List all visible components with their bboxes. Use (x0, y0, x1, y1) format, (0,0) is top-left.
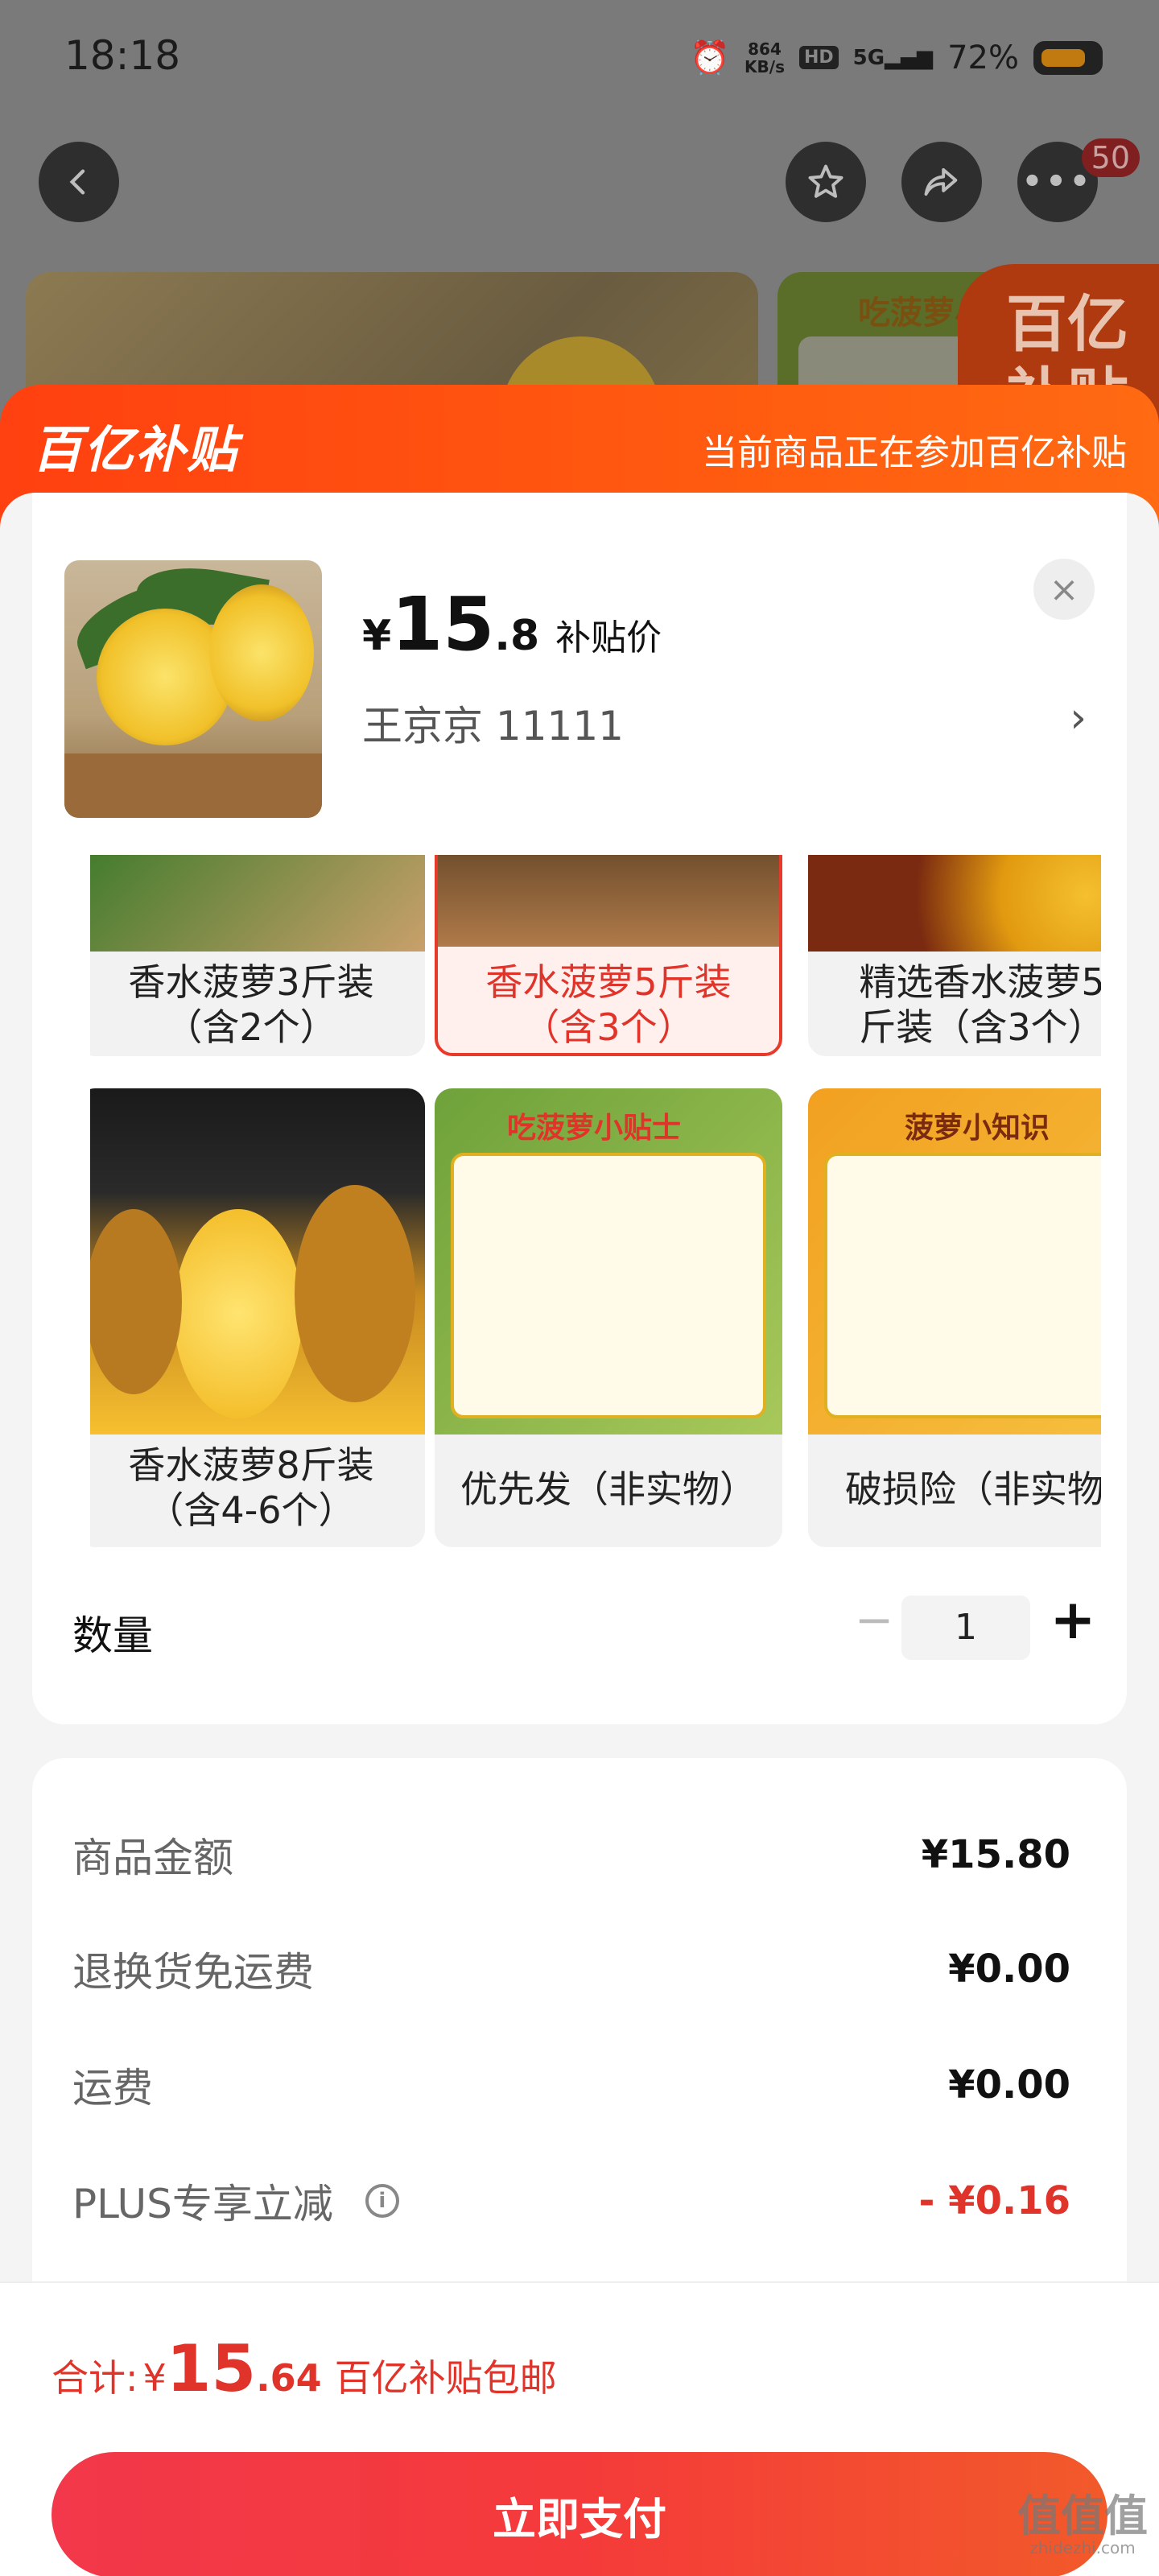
star-icon (808, 164, 843, 198)
pay-now-button[interactable]: 立即支付 (52, 2452, 1107, 2576)
free-shipping-note: 百亿补贴包邮 (334, 2356, 557, 2400)
option-image (808, 855, 1101, 952)
option-image (438, 855, 779, 947)
spec-options: 香水菠萝3斤装 （含2个） 香水菠萝5斤装 （含3个） 精选香水菠萝5 斤装（含… (90, 855, 1101, 1660)
product-card: ¥ 15 .8 补贴价 王京京 11111 × › 香水菠萝3斤装 （含2个） … (32, 493, 1127, 1724)
quantity-input[interactable]: 1 (901, 1596, 1030, 1660)
fee-row-shipping: 运费 ¥0.00 (72, 2062, 1070, 2112)
chevron-left-icon (69, 169, 85, 195)
battery-percent: 72% (947, 39, 1019, 76)
checkout-footer: 合计: ¥ 15 .64 百亿补贴包邮 立即支付 值值值 zhidezhi.co… (0, 2281, 1159, 2576)
status-icons: ⏰ 864 KB/s HD 5G▂▄▆ 72% (690, 39, 1103, 76)
hd-icon: HD (798, 46, 839, 69)
option-item[interactable]: 香水菠萝8斤装 （含4-6个） (90, 1088, 425, 1547)
watermark-logo: 值值值 zhidezhi.com (1017, 2491, 1148, 2557)
option-image: 菠萝小知识 (808, 1088, 1101, 1435)
more-dots-icon: ••• (1021, 163, 1094, 200)
purchase-sheet: ¥ 15 .8 补贴价 王京京 11111 × › 香水菠萝3斤装 （含2个） … (0, 493, 1159, 2576)
chevron-right-icon[interactable]: › (1070, 694, 1087, 742)
option-item[interactable]: 吃菠萝小贴士 优先发（非实物） (435, 1088, 782, 1547)
fee-row-goods: 商品金额 ¥15.80 (72, 1832, 1070, 1881)
back-button[interactable] (39, 142, 119, 222)
quantity-label: 数量 (72, 1612, 153, 1659)
option-image (90, 1088, 425, 1435)
close-button[interactable]: × (1033, 559, 1095, 620)
net-speed: 864 KB/s (744, 39, 785, 76)
total-amount: 合计: ¥ 15 .64 百亿补贴包邮 (52, 2331, 557, 2406)
quantity-decrease-button[interactable]: − (850, 1596, 898, 1644)
status-bar: 18:18 ⏰ 864 KB/s HD 5G▂▄▆ 72% (0, 0, 1159, 121)
quantity-increase-button[interactable]: + (1045, 1592, 1101, 1649)
share-button[interactable] (901, 142, 982, 222)
fee-row-return-shipping: 退换货免运费 ¥0.00 (72, 1946, 1070, 1996)
info-icon[interactable]: i (365, 2184, 399, 2218)
signal-icon: 5G▂▄▆ (852, 45, 934, 70)
battery-icon (1033, 40, 1103, 75)
option-item[interactable]: 香水菠萝3斤装 （含2个） (90, 855, 425, 1056)
fee-breakdown: 商品金额 ¥15.80 退换货免运费 ¥0.00 运费 ¥0.00 PLUS专享… (32, 1758, 1127, 2322)
subsidy-notice: 当前商品正在参加百亿补贴 (702, 432, 1127, 473)
favorite-button[interactable] (786, 142, 866, 222)
option-item-selected[interactable]: 香水菠萝5斤装 （含3个） (435, 855, 782, 1056)
status-time: 18:18 (64, 32, 181, 79)
subsidy-price: ¥ 15 .8 补贴价 (362, 581, 662, 667)
close-icon: × (1049, 568, 1079, 610)
fee-row-plus-discount: PLUS专享立减 i - ¥0.16 (72, 2178, 1070, 2227)
share-icon (924, 167, 958, 196)
option-image (90, 855, 425, 952)
option-image: 吃菠萝小贴士 (435, 1088, 782, 1435)
message-count-badge: 50 (1081, 138, 1140, 177)
price-tag: 补贴价 (555, 617, 662, 658)
product-thumbnail (64, 560, 322, 818)
alarm-icon: ⏰ (690, 39, 731, 76)
subsidy-logo: 百亿补贴 (32, 420, 239, 479)
option-item[interactable]: 精选香水菠萝5 斤装（含3个） (808, 855, 1101, 1056)
option-item[interactable]: 菠萝小知识 破损险（非实物 (808, 1088, 1101, 1547)
seller-address[interactable]: 王京京 11111 (362, 694, 624, 752)
